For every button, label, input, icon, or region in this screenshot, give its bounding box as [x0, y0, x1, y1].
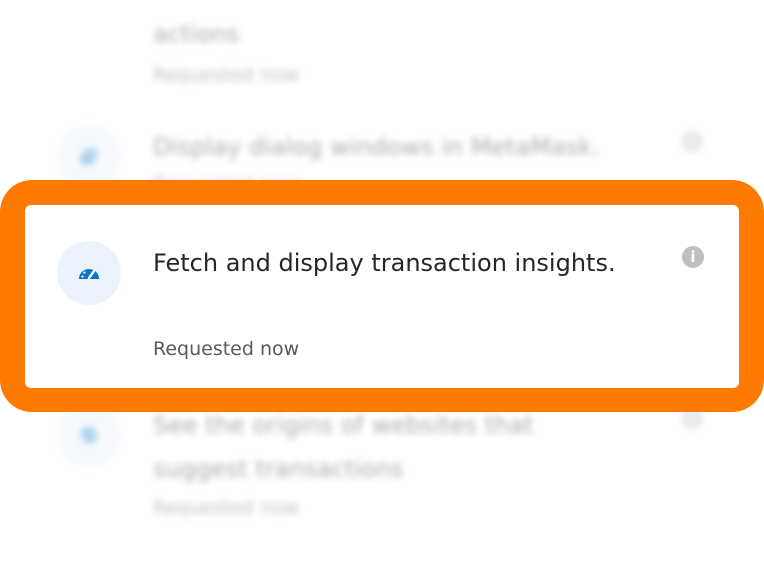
permission-title: Fetch and display transaction insights.	[153, 249, 616, 277]
gauge-icon	[57, 241, 121, 305]
permissions-screen: actions Requested now Display dialog win…	[0, 0, 764, 583]
permission-title: actions	[153, 20, 240, 48]
permission-status: Requested now	[153, 497, 300, 519]
permission-status: Requested now	[153, 338, 300, 360]
permission-card-transaction-insights: Fetch and display transaction insights. …	[25, 205, 739, 388]
permission-status: Requested now	[153, 64, 300, 86]
permission-title: Display dialog windows in MetaMask.	[153, 133, 600, 161]
permission-title: See the origins of websites that suggest…	[153, 411, 534, 483]
info-icon[interactable]: i	[681, 130, 703, 152]
globe-icon	[57, 403, 121, 467]
info-icon[interactable]: i	[682, 246, 704, 268]
